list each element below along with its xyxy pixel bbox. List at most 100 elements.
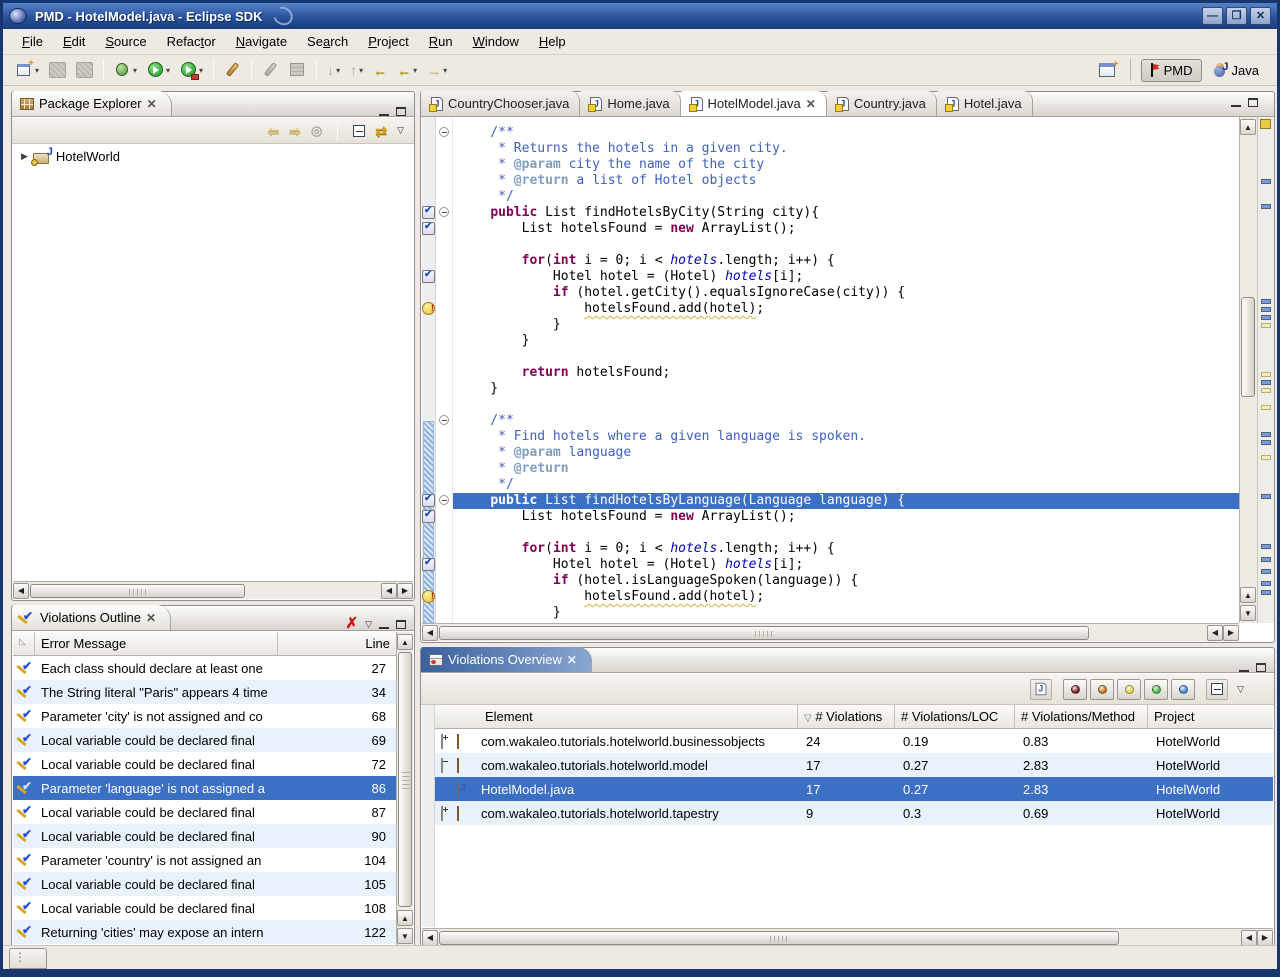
close-tab-icon[interactable]: ✕ xyxy=(806,97,816,111)
collapse-fold-icon[interactable] xyxy=(439,127,449,137)
code-line[interactable]: hotelsFound.add(hotel); xyxy=(453,301,1239,317)
code-line[interactable]: */ xyxy=(453,477,1239,493)
menu-search[interactable]: Search xyxy=(298,31,357,52)
collapse-icon[interactable] xyxy=(441,758,443,773)
scroll-left-icon[interactable]: ◀ xyxy=(422,625,438,641)
violation-ruler-mark[interactable] xyxy=(1261,557,1271,562)
violation-ruler-mark[interactable] xyxy=(1261,204,1271,209)
editor-tab-countrychooser-java[interactable]: JCountryChooser.java xyxy=(421,91,580,116)
violations-outline-vscrollbar[interactable]: ▲ ▲ ▼ xyxy=(396,632,413,946)
violation-ruler-mark[interactable] xyxy=(1261,494,1271,499)
restore-button[interactable]: ❐ xyxy=(1226,7,1247,25)
violation-ruler-mark[interactable] xyxy=(1261,569,1271,574)
back-button[interactable]: ←▾ xyxy=(393,59,421,81)
violation-ruler-mark[interactable] xyxy=(1261,581,1271,586)
code-line[interactable]: * @param city the name of the city xyxy=(453,157,1239,173)
print-button[interactable] xyxy=(72,59,97,81)
scroll-left-icon[interactable]: ◀ xyxy=(1241,930,1257,946)
expand-arrow-icon[interactable]: ▶ xyxy=(21,151,28,162)
minimize-editor-icon[interactable] xyxy=(1231,98,1241,107)
quickfix-bulb-icon[interactable] xyxy=(422,590,435,603)
code-line[interactable]: * Find hotels where a given language is … xyxy=(453,429,1239,445)
priority-4-warning-button[interactable] xyxy=(1144,679,1168,700)
overview-ruler[interactable] xyxy=(1257,117,1274,623)
violation-row[interactable]: ✔Local variable could be declared final6… xyxy=(13,728,396,752)
marker-pen-button[interactable] xyxy=(220,59,245,81)
violation-row[interactable]: ✔Local variable could be declared final8… xyxy=(13,800,396,824)
next-annotation-button[interactable]: ↓▾ xyxy=(323,59,344,81)
save-button[interactable] xyxy=(45,59,70,81)
violations-loc-column-header[interactable]: # Violations/LOC xyxy=(895,705,1015,728)
editor-hscrollbar[interactable]: ◀ ◀ ▶ xyxy=(422,623,1239,641)
scroll-down-icon[interactable]: ▼ xyxy=(1240,605,1256,621)
scroll-up-icon[interactable]: ▲ xyxy=(1240,119,1256,135)
code-line[interactable] xyxy=(453,349,1239,365)
code-line[interactable]: /** xyxy=(453,125,1239,141)
violation-ruler-mark[interactable] xyxy=(1261,179,1271,184)
code-line[interactable]: if (hotel.getCity().equalsIgnoreCase(cit… xyxy=(453,285,1239,301)
priority-5-information-button[interactable] xyxy=(1171,679,1195,700)
view-menu-icon[interactable]: ▽ xyxy=(365,619,372,630)
show-files-button[interactable]: J xyxy=(1030,679,1052,700)
menu-window[interactable]: Window xyxy=(464,31,528,52)
menu-project[interactable]: Project xyxy=(359,31,417,52)
sort-column-header[interactable]: ◺ xyxy=(13,632,35,655)
fast-view-grip[interactable] xyxy=(9,948,47,969)
violation-row[interactable]: ✔Local variable could be declared final1… xyxy=(13,872,396,896)
line-column-header[interactable]: Line xyxy=(278,632,396,655)
violations-overview-hscrollbar[interactable]: ◀ ◀ ▶ xyxy=(422,928,1273,946)
code-line[interactable]: * Returns the hotels in a given city. xyxy=(453,141,1239,157)
overview-row[interactable]: JHotelModel.java170.272.83HotelWorld xyxy=(435,777,1273,801)
code-content[interactable]: /** * Returns the hotels in a given city… xyxy=(453,117,1239,623)
forward-history-icon[interactable]: ⇨ xyxy=(289,123,301,139)
menu-navigate[interactable]: Navigate xyxy=(227,31,296,52)
error-message-column-header[interactable]: Error Message xyxy=(35,632,278,655)
violation-ruler-mark[interactable] xyxy=(1261,590,1271,595)
code-line[interactable] xyxy=(453,397,1239,413)
priority-3-warning-high-button[interactable] xyxy=(1117,679,1141,700)
forward-button[interactable]: →▾ xyxy=(423,59,451,81)
code-line[interactable]: } xyxy=(453,605,1239,621)
close-icon[interactable]: ✕ xyxy=(147,97,157,111)
scroll-left-icon[interactable]: ◀ xyxy=(13,583,29,599)
perspective-java[interactable]: J Java xyxy=(1206,60,1267,81)
project-column-header[interactable]: Project xyxy=(1148,705,1273,728)
maximize-view-icon[interactable] xyxy=(396,620,406,629)
package-explorer-hscrollbar[interactable]: ◀ ◀ ▶ xyxy=(13,581,413,599)
expand-icon[interactable] xyxy=(441,806,443,821)
minimize-view-icon[interactable] xyxy=(379,620,389,629)
previous-annotation-button[interactable]: ↑▾ xyxy=(346,59,367,81)
scroll-right-icon[interactable]: ▶ xyxy=(1223,625,1239,641)
maximize-view-icon[interactable] xyxy=(396,107,406,116)
code-line[interactable]: Hotel hotel = (Hotel) hotels[i]; xyxy=(453,557,1239,573)
scroll-down-icon[interactable]: ▼ xyxy=(397,928,413,944)
warning-ruler-mark[interactable] xyxy=(1261,372,1271,377)
violation-ruler-mark[interactable] xyxy=(1261,432,1271,437)
priority-1-error-high-button[interactable] xyxy=(1063,679,1087,700)
maximize-view-icon[interactable] xyxy=(1256,663,1266,672)
violation-ruler-mark[interactable] xyxy=(1261,380,1271,385)
code-line[interactable]: for(int i = 0; i < hotels.length; i++) { xyxy=(453,253,1239,269)
violation-marker-icon[interactable] xyxy=(422,270,435,283)
collapse-fold-icon[interactable] xyxy=(439,207,449,217)
minimize-view-icon[interactable] xyxy=(379,107,389,116)
overview-row[interactable]: com.wakaleo.tutorials.hotelworld.busines… xyxy=(435,729,1273,753)
tab-violations-overview[interactable]: Violations Overview ✕ xyxy=(421,647,592,672)
menu-edit[interactable]: Edit xyxy=(54,31,94,52)
code-line[interactable]: } xyxy=(453,333,1239,349)
violation-ruler-mark[interactable] xyxy=(1261,315,1271,320)
table-disabled-button[interactable] xyxy=(285,59,310,81)
menu-refactor[interactable]: Refactor xyxy=(158,31,225,52)
code-line[interactable]: } xyxy=(453,317,1239,333)
violation-row[interactable]: ✔Parameter 'country' is not assigned an1… xyxy=(13,848,396,872)
minimize-button[interactable]: — xyxy=(1202,7,1223,25)
violation-marker-icon[interactable] xyxy=(422,510,435,523)
scroll-up-icon[interactable]: ▲ xyxy=(397,634,413,650)
code-line[interactable]: List hotelsFound = new ArrayList(); xyxy=(453,509,1239,525)
code-line[interactable]: Hotel hotel = (Hotel) hotels[i]; xyxy=(453,269,1239,285)
priority-2-error-button[interactable] xyxy=(1090,679,1114,700)
code-line[interactable]: hotelsFound.add(hotel); xyxy=(453,589,1239,605)
violation-marker-icon[interactable] xyxy=(422,558,435,571)
view-menu-icon[interactable]: ▽ xyxy=(397,125,404,136)
warning-ruler-mark[interactable] xyxy=(1261,455,1271,460)
